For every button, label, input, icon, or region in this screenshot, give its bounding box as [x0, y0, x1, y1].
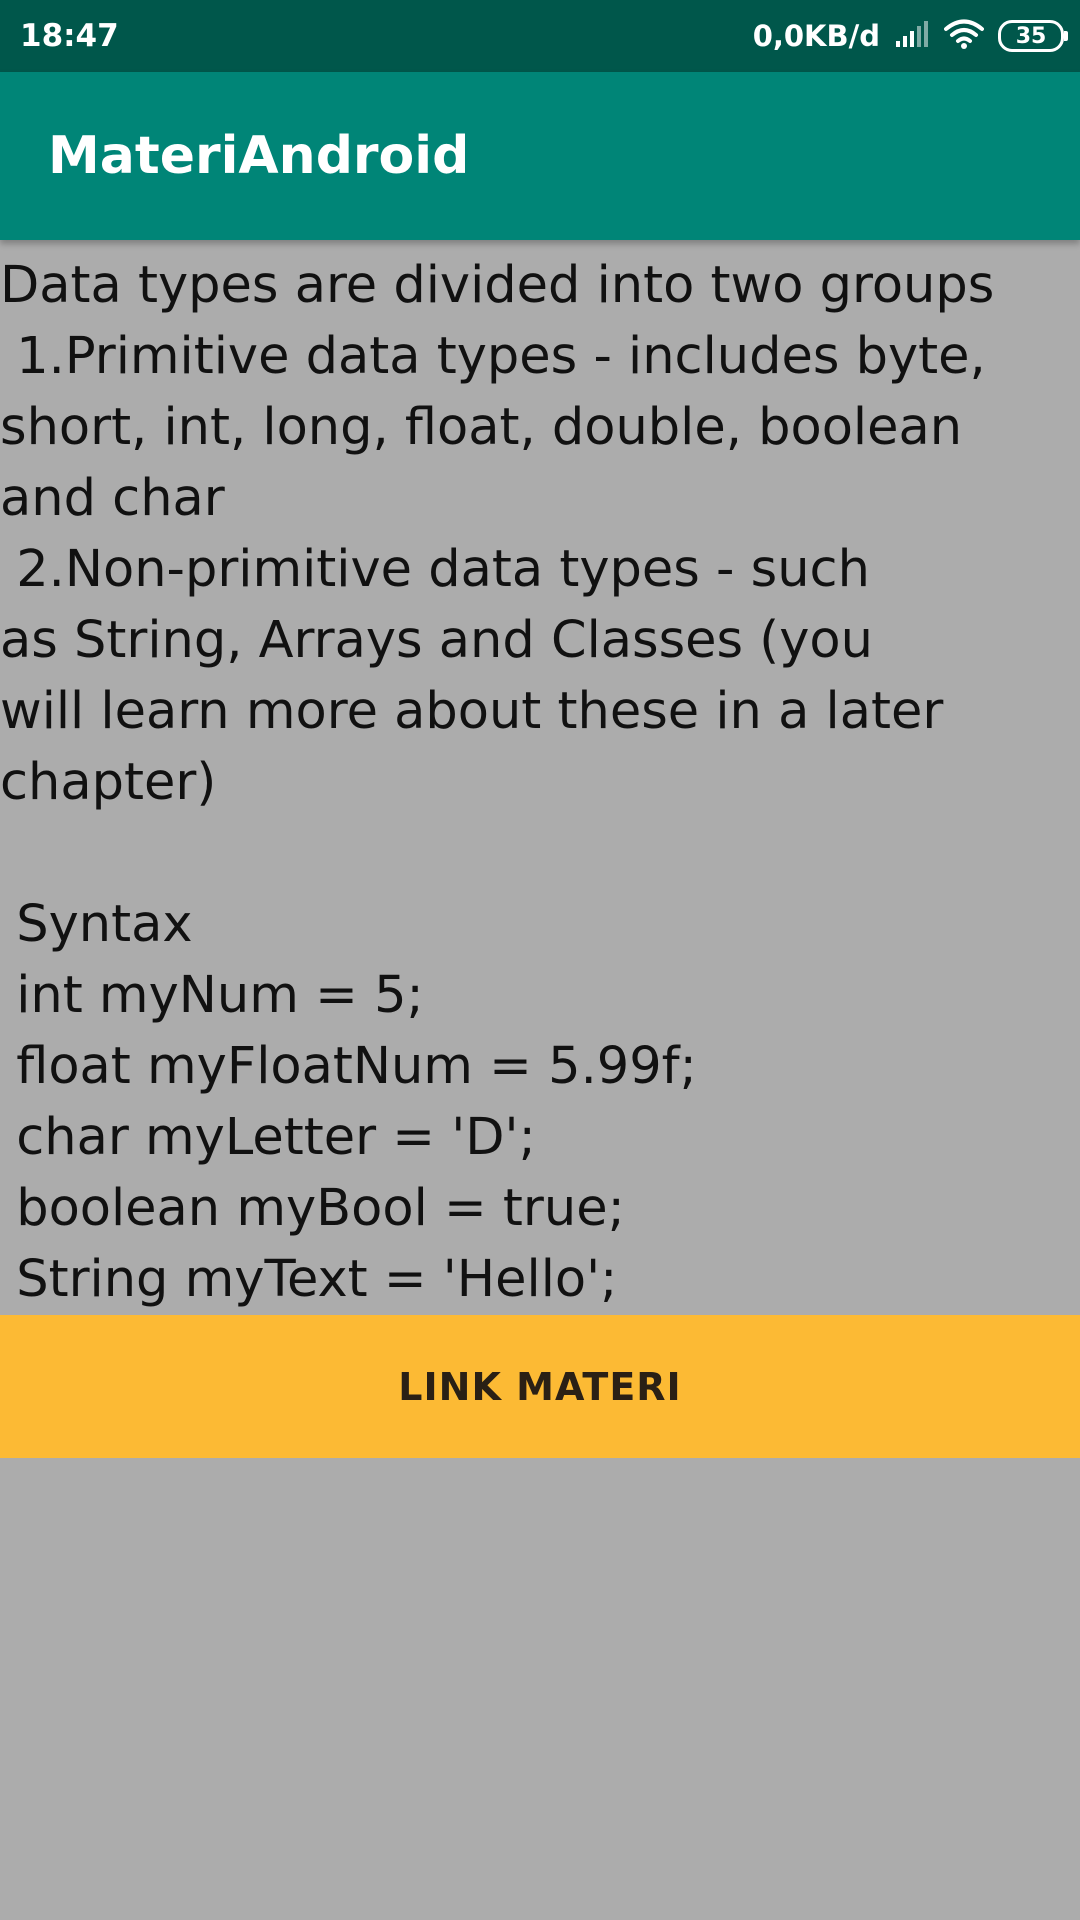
text-line: short, int, long, float, double, boolean	[0, 398, 963, 457]
app-bar: MateriAndroid	[0, 72, 1080, 240]
code-line: int myNum = 5;	[0, 966, 424, 1025]
status-bar: 18:47 0,0KB/d 35	[0, 0, 1080, 72]
network-speed: 0,0KB/d	[752, 19, 880, 53]
wifi-icon	[944, 18, 984, 54]
code-line: float myFloatNum = 5.99f;	[0, 1037, 697, 1096]
text-line: Data types are divided into two groups	[0, 256, 995, 315]
material-text: Data types are divided into two groups 1…	[0, 250, 1080, 1315]
signal-icon	[894, 19, 930, 53]
app-title: MateriAndroid	[48, 126, 470, 186]
text-line: and char	[0, 469, 225, 528]
link-materi-button[interactable]: LINK MATERI	[0, 1315, 1080, 1458]
status-indicators: 0,0KB/d 35	[752, 14, 1068, 58]
syntax-heading: Syntax	[0, 895, 193, 954]
text-line: as String, Arrays and Classes (you	[0, 611, 873, 670]
text-line: 2.Non-primitive data types - such	[0, 540, 870, 599]
code-line: char myLetter = 'D';	[0, 1108, 536, 1167]
status-time: 18:47	[20, 18, 119, 54]
text-line: chapter)	[0, 753, 217, 812]
battery-icon: 35	[998, 20, 1068, 52]
code-line: boolean myBool = true;	[0, 1179, 625, 1238]
code-line: String myText = 'Hello';	[0, 1250, 618, 1309]
text-line: will learn more about these in a later	[0, 682, 944, 741]
text-line: 1.Primitive data types - includes byte,	[0, 327, 986, 386]
